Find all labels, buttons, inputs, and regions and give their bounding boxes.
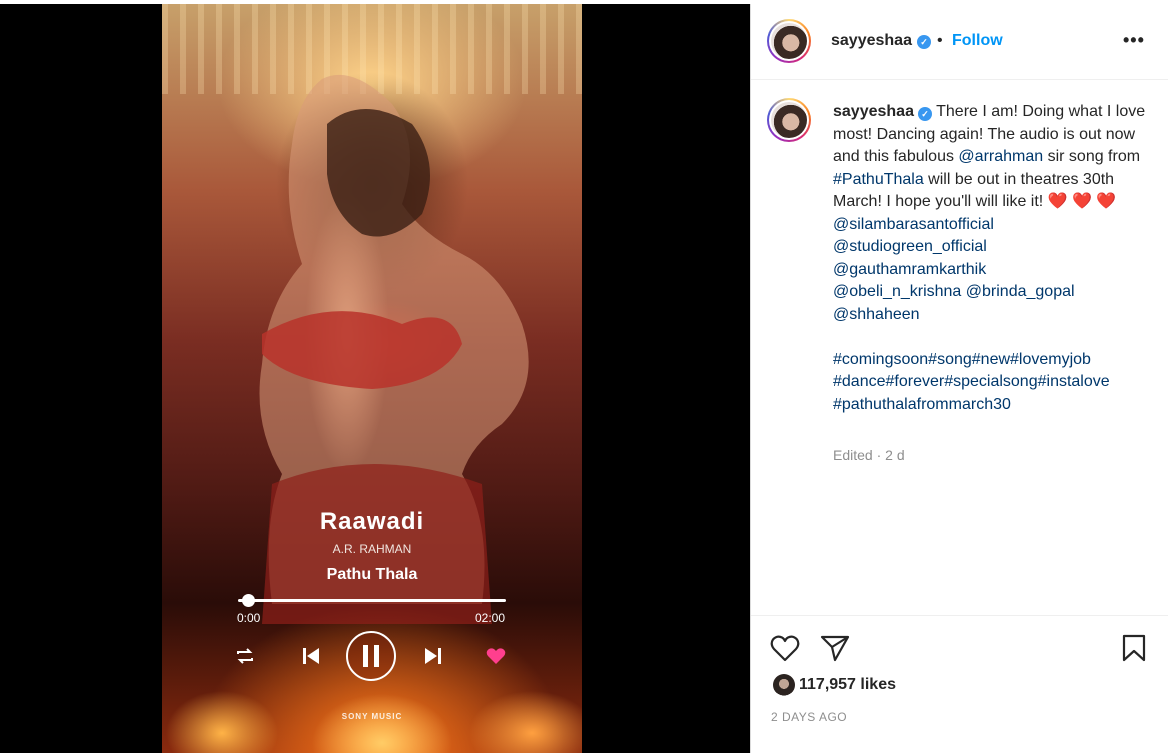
right-edge [1168, 4, 1172, 753]
likes-count[interactable]: 117,957 likes [799, 676, 896, 694]
hashtag-link[interactable]: #dance [833, 373, 886, 390]
post-date[interactable]: 2 DAYS AGO [771, 710, 847, 724]
hashtag-link[interactable]: #PathuThala [833, 171, 924, 188]
caption-avatar[interactable] [767, 98, 811, 142]
favorite-button[interactable] [485, 645, 507, 667]
follow-button[interactable]: Follow [952, 32, 1003, 50]
author-avatar[interactable] [767, 19, 811, 63]
reel-video[interactable]: Raawadi A.R. RAHMAN Pathu Thala 0:00 02:… [162, 4, 582, 753]
song-artist: A.R. RAHMAN [332, 542, 412, 556]
caption-text: sir song from [1043, 148, 1141, 165]
time-total: 02:00 [475, 611, 506, 625]
pause-button[interactable] [346, 631, 396, 681]
edited-timestamp: Edited · 2 d [833, 447, 905, 463]
share-icon[interactable] [820, 634, 850, 662]
mention-link[interactable]: @studiogreen_official [833, 238, 987, 255]
time-elapsed: 0:00 [237, 611, 261, 625]
pause-icon [363, 645, 379, 667]
like-heart-icon[interactable] [770, 634, 800, 662]
previous-button[interactable] [300, 644, 322, 668]
more-options-icon[interactable]: ••• [1123, 30, 1145, 51]
post-caption: sayyeshaa ✓ There I am! Doing what I love… [833, 101, 1151, 416]
post-header: sayyeshaa ✓ • Follow ••• [751, 4, 1169, 80]
hashtag-link[interactable]: #instalove [1038, 373, 1110, 390]
hashtag-link[interactable]: #new [972, 351, 1010, 368]
heart-filled-icon [486, 648, 506, 664]
mention-link[interactable]: @silambarasantofficial [833, 216, 994, 233]
song-title: Raawadi [319, 508, 425, 535]
progress-bar[interactable] [238, 599, 506, 602]
hashtag-link[interactable]: #comingsoon [833, 351, 928, 368]
actions-divider [751, 615, 1169, 616]
caption-username[interactable]: sayyeshaa [833, 103, 914, 120]
separator-dot: • [937, 32, 943, 49]
hashtag-link[interactable]: #specialsong [944, 373, 1037, 390]
liker-avatar[interactable] [773, 674, 795, 696]
skip-next-icon [425, 648, 441, 664]
mention-link[interactable]: @obeli_n_krishna [833, 283, 961, 300]
hashtag-link[interactable]: #song [928, 351, 972, 368]
repeat-icon [237, 648, 253, 664]
hashtag-link[interactable]: #pathuthalafrommarch30 [833, 396, 1011, 413]
post-panel: sayyeshaa ✓ • Follow ••• sayyeshaa ✓ Ther… [750, 4, 1169, 753]
repeat-button[interactable] [234, 645, 256, 667]
next-button[interactable] [422, 644, 444, 668]
hashtag-link[interactable]: #forever [886, 373, 945, 390]
mention-link[interactable]: @brinda_gopal [966, 283, 1075, 300]
song-album: Pathu Thala [326, 566, 418, 583]
mention-link[interactable]: @gauthamramkarthik [833, 261, 986, 278]
verified-badge-icon: ✓ [917, 107, 932, 121]
mention-link[interactable]: @shhaheen [833, 306, 920, 323]
skip-previous-icon [303, 648, 319, 664]
label-watermark: SONY MUSIC [341, 712, 403, 721]
verified-badge-icon: ✓ [917, 35, 931, 49]
bookmark-icon[interactable] [1121, 634, 1147, 662]
author-username[interactable]: sayyeshaa [831, 32, 912, 50]
hearts-emoji: ❤️ ❤️ ❤️ [1047, 193, 1117, 210]
mention-link[interactable]: @arrahman [958, 148, 1043, 165]
hashtag-link[interactable]: #lovemyjob [1010, 351, 1091, 368]
